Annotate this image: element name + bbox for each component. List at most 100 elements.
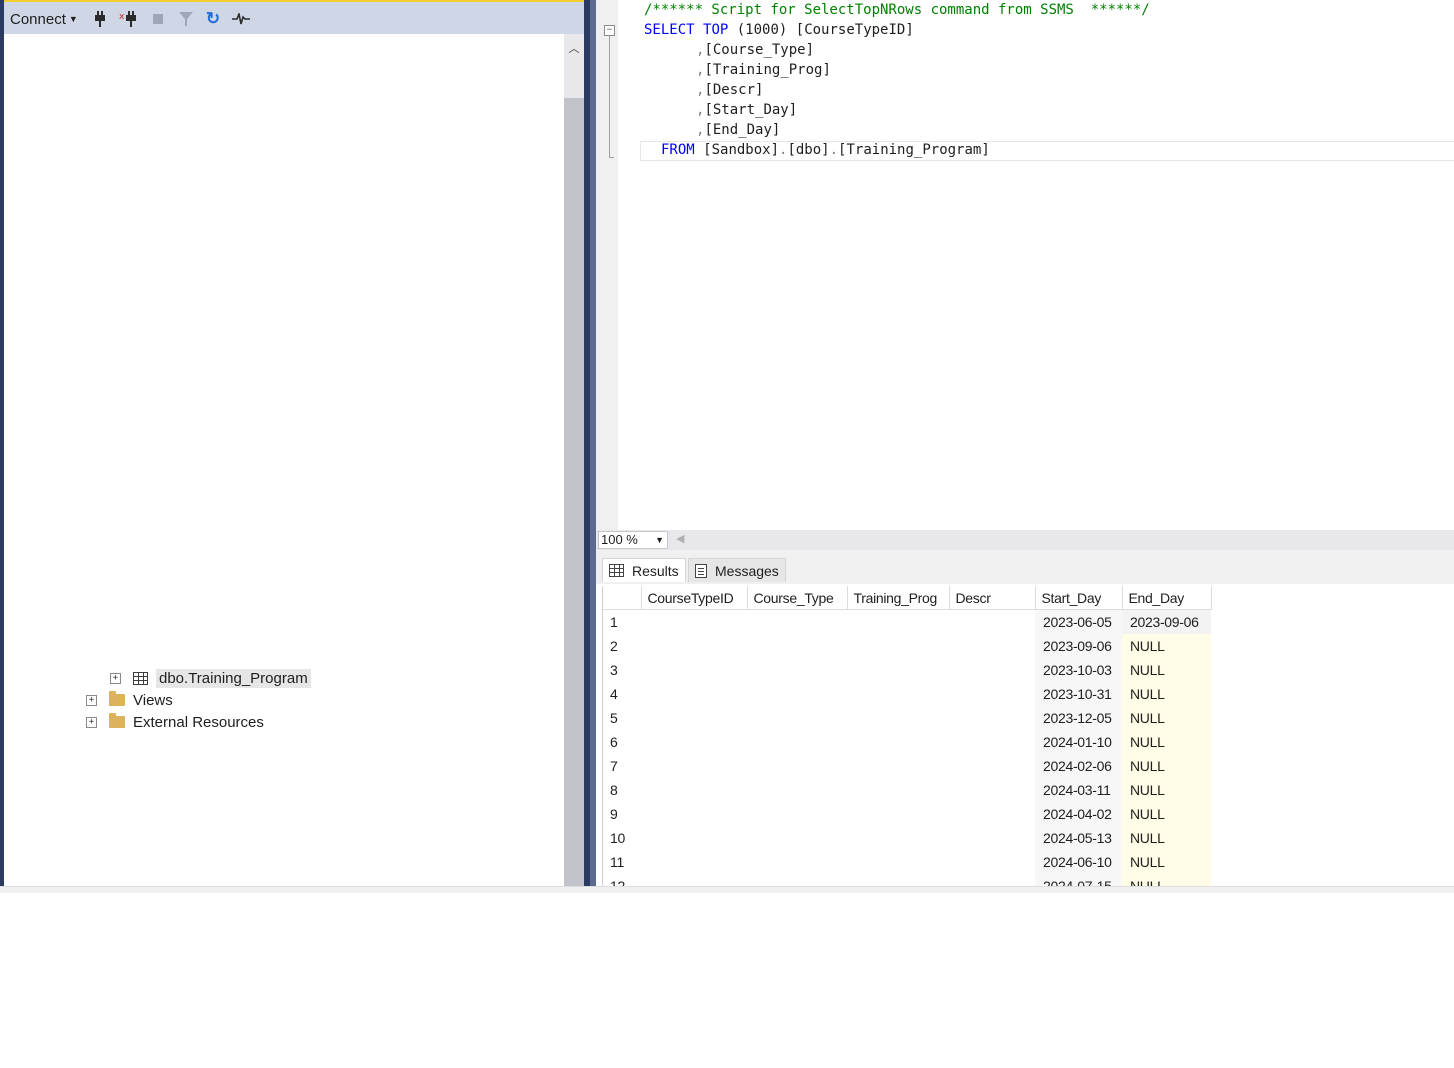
cell-course-type[interactable] (747, 754, 847, 778)
results-grid[interactable]: CourseTypeID Course_Type Training_Prog D… (602, 586, 1454, 886)
cell-training-prog[interactable] (847, 730, 949, 754)
cell-start-day[interactable]: 2024-05-13 (1035, 825, 1122, 850)
refresh-icon[interactable]: ↻ (203, 8, 223, 30)
cell-coursetypeid[interactable] (641, 850, 747, 874)
cell-descr[interactable] (949, 802, 1035, 826)
column-header[interactable]: Course_Type (747, 586, 848, 610)
row-number[interactable]: 12 (603, 874, 641, 887)
scroll-left-icon[interactable]: ◀ (676, 532, 684, 545)
cell-course-type[interactable] (747, 826, 847, 850)
cell-start-day[interactable]: 2024-01-10 (1035, 729, 1122, 754)
cell-end-day[interactable]: NULL (1122, 729, 1211, 754)
disconnect-icon[interactable]: x (118, 8, 138, 30)
cell-coursetypeid[interactable] (641, 754, 747, 778)
table-row[interactable]: 10 2024-05-13 NULL (603, 825, 1211, 850)
column-header[interactable]: Start_Day (1035, 586, 1123, 610)
cell-descr[interactable] (949, 850, 1035, 874)
row-number[interactable]: 8 (603, 778, 641, 802)
column-header[interactable]: End_Day (1122, 586, 1212, 610)
cell-training-prog[interactable] (847, 634, 949, 658)
stop-icon[interactable] (148, 8, 168, 30)
cell-descr[interactable] (949, 634, 1035, 658)
cell-training-prog[interactable] (847, 754, 949, 778)
cell-coursetypeid[interactable] (641, 802, 747, 826)
cell-coursetypeid[interactable] (641, 730, 747, 754)
cell-training-prog[interactable] (847, 850, 949, 874)
cell-coursetypeid[interactable] (641, 634, 747, 658)
cell-start-day[interactable]: 2024-04-02 (1035, 801, 1122, 826)
cell-course-type[interactable] (747, 802, 847, 826)
cell-end-day[interactable]: NULL (1122, 777, 1211, 802)
row-number[interactable]: 1 (603, 610, 641, 634)
connect-plug-icon[interactable] (90, 8, 110, 30)
cell-start-day[interactable]: 2023-06-05 (1035, 609, 1122, 634)
cell-start-day[interactable]: 2024-06-10 (1035, 849, 1122, 874)
cell-training-prog[interactable] (847, 826, 949, 850)
cell-course-type[interactable] (747, 730, 847, 754)
connect-button[interactable]: Connect ▼ (10, 8, 78, 30)
zoom-dropdown[interactable]: 100 % ▼ (598, 531, 668, 549)
row-number[interactable]: 2 (603, 634, 641, 658)
cell-training-prog[interactable] (847, 706, 949, 730)
cell-course-type[interactable] (747, 850, 847, 874)
cell-end-day[interactable]: NULL (1122, 753, 1211, 778)
row-number[interactable]: 7 (603, 754, 641, 778)
cell-course-type[interactable] (747, 874, 847, 887)
table-row[interactable]: 12 2024-07-15 NULL (603, 873, 1211, 887)
cell-course-type[interactable] (747, 658, 847, 682)
row-number[interactable]: 10 (603, 826, 641, 850)
cell-coursetypeid[interactable] (641, 658, 747, 682)
table-row[interactable]: 9 2024-04-02 NULL (603, 801, 1211, 826)
tree-item-external-resources[interactable]: + External Resources (86, 711, 264, 733)
column-header[interactable]: CourseTypeID (641, 586, 748, 610)
cell-start-day[interactable]: 2023-12-05 (1035, 705, 1122, 730)
cell-descr[interactable] (949, 610, 1035, 634)
cell-training-prog[interactable] (847, 874, 949, 887)
cell-descr[interactable] (949, 730, 1035, 754)
cell-start-day[interactable]: 2024-02-06 (1035, 753, 1122, 778)
cell-course-type[interactable] (747, 634, 847, 658)
cell-end-day[interactable]: NULL (1122, 705, 1211, 730)
table-row[interactable]: 5 2023-12-05 NULL (603, 705, 1211, 730)
row-number[interactable]: 5 (603, 706, 641, 730)
cell-end-day[interactable]: NULL (1122, 801, 1211, 826)
expand-icon[interactable]: + (86, 716, 97, 728)
cell-end-day[interactable]: NULL (1122, 873, 1211, 886)
vertical-scrollbar[interactable]: ︿ (564, 34, 584, 886)
table-row[interactable]: 7 2024-02-06 NULL (603, 753, 1211, 778)
cell-coursetypeid[interactable] (641, 826, 747, 850)
cell-end-day[interactable]: NULL (1122, 657, 1211, 682)
cell-start-day[interactable]: 2023-09-06 (1035, 633, 1122, 658)
table-row[interactable]: 8 2024-03-11 NULL (603, 777, 1211, 802)
row-number[interactable]: 6 (603, 730, 641, 754)
table-row[interactable]: 1 2023-06-05 2023-09-06 (603, 609, 1211, 634)
column-header[interactable]: Descr (949, 586, 1036, 610)
cell-coursetypeid[interactable] (641, 682, 747, 706)
cell-start-day[interactable]: 2023-10-03 (1035, 657, 1122, 682)
cell-descr[interactable] (949, 658, 1035, 682)
cell-course-type[interactable] (747, 706, 847, 730)
table-row[interactable]: 6 2024-01-10 NULL (603, 729, 1211, 754)
cell-descr[interactable] (949, 682, 1035, 706)
tab-results[interactable]: Results (602, 558, 686, 582)
cell-course-type[interactable] (747, 682, 847, 706)
cell-descr[interactable] (949, 778, 1035, 802)
cell-course-type[interactable] (747, 610, 847, 634)
cell-training-prog[interactable] (847, 778, 949, 802)
cell-course-type[interactable] (747, 778, 847, 802)
table-row[interactable]: 3 2023-10-03 NULL (603, 657, 1211, 682)
cell-end-day[interactable]: NULL (1122, 633, 1211, 658)
collapse-icon[interactable]: − (604, 25, 615, 36)
scroll-up-icon[interactable]: ︿ (564, 40, 584, 56)
cell-training-prog[interactable] (847, 682, 949, 706)
scrollbar-thumb[interactable] (564, 98, 584, 886)
column-header[interactable]: Training_Prog (847, 586, 950, 610)
cell-descr[interactable] (949, 706, 1035, 730)
table-row[interactable]: 2 2023-09-06 NULL (603, 633, 1211, 658)
expand-icon[interactable]: + (86, 694, 97, 706)
expand-icon[interactable]: + (110, 672, 121, 684)
cell-training-prog[interactable] (847, 658, 949, 682)
cell-coursetypeid[interactable] (641, 706, 747, 730)
cell-descr[interactable] (949, 874, 1035, 887)
cell-coursetypeid[interactable] (641, 778, 747, 802)
